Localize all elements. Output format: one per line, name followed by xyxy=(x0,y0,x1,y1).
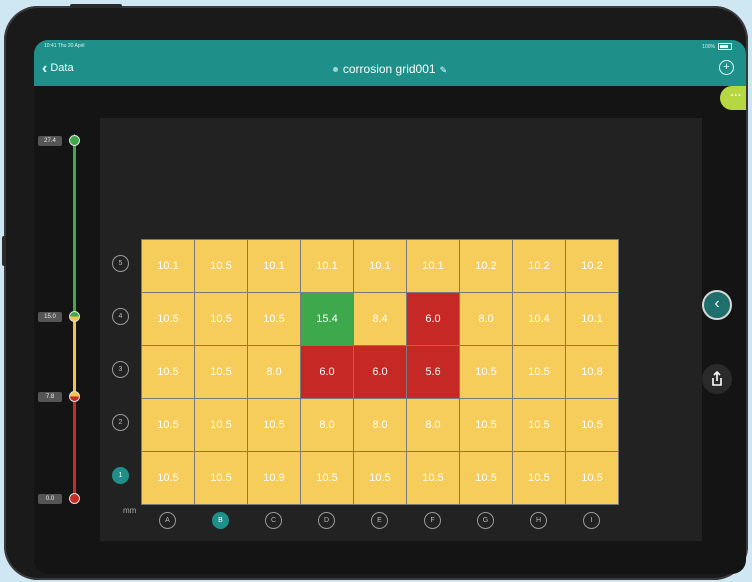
edit-pencil-icon[interactable]: ✎ xyxy=(440,65,448,75)
grid-cell[interactable]: 10.5 xyxy=(195,399,247,451)
grid-cell[interactable]: 10.5 xyxy=(142,399,194,451)
column-label-d[interactable]: D xyxy=(318,512,335,529)
grid-cell[interactable]: 10.5 xyxy=(142,293,194,345)
row-label-3[interactable]: 3 xyxy=(112,361,129,378)
grid-cell[interactable]: 10.5 xyxy=(195,346,247,398)
threshold-good-value: 15.0 xyxy=(38,312,62,322)
grid-cell[interactable]: 10.1 xyxy=(301,240,353,292)
collapse-button[interactable]: ‹ xyxy=(702,290,732,320)
grid-cell[interactable]: 10.5 xyxy=(142,452,194,504)
column-label-g[interactable]: G xyxy=(477,512,494,529)
grid-cell[interactable]: 8.0 xyxy=(248,346,300,398)
column-label-c[interactable]: C xyxy=(265,512,282,529)
corrosion-grid: 10.1 10.5 10.1 10.1 10.1 10.1 10.2 10.2 10.2 10.5… xyxy=(141,239,619,505)
chevron-left-circle-icon: ‹ xyxy=(714,295,720,312)
grid-cell[interactable]: 10.1 xyxy=(248,240,300,292)
grid-cell[interactable]: 10.5 xyxy=(195,293,247,345)
grid-cell[interactable]: 6.0 xyxy=(407,293,459,345)
plus-circle-icon: + xyxy=(723,61,730,73)
nav-bar: 10:41 Thu 20 April 100% ‹ Data corrosion… xyxy=(34,40,746,86)
status-time: 10:41 Thu 20 April xyxy=(44,43,85,49)
grid-cell[interactable]: 10.2 xyxy=(513,240,565,292)
column-label-i[interactable]: I xyxy=(583,512,600,529)
slider-segment-good xyxy=(73,144,76,320)
slider-knob-good[interactable] xyxy=(69,311,80,322)
grid-cell[interactable]: 10.5 xyxy=(460,399,512,451)
grid-cell[interactable]: 10.5 xyxy=(460,452,512,504)
row-label-5[interactable]: 5 xyxy=(112,255,129,272)
grid-cell[interactable]: 10.5 xyxy=(354,452,406,504)
battery-icon xyxy=(718,43,732,50)
page-title: corrosion grid001 xyxy=(342,62,436,76)
column-label-e[interactable]: E xyxy=(371,512,388,529)
page-title-area: corrosion grid001 ✎ xyxy=(34,62,746,76)
slider-segment-warn xyxy=(73,320,76,400)
threshold-max-value: 27.4 xyxy=(38,136,62,146)
grid-cell[interactable]: 8.0 xyxy=(407,399,459,451)
grid-cell[interactable]: 10.5 xyxy=(248,293,300,345)
threshold-warn-value: 7.8 xyxy=(38,392,62,402)
grid-cell[interactable]: 10.5 xyxy=(513,346,565,398)
slider-knob-warn[interactable] xyxy=(69,391,80,402)
grid-cell[interactable]: 6.0 xyxy=(301,346,353,398)
tablet-frame: 10:41 Thu 20 April 100% ‹ Data corrosion… xyxy=(2,4,748,580)
column-label-a[interactable]: A xyxy=(159,512,176,529)
status-indicators: 100% xyxy=(702,43,732,50)
grid-cell[interactable]: 10.5 xyxy=(407,452,459,504)
grid-cell[interactable]: 8.0 xyxy=(460,293,512,345)
grid-cell[interactable]: 10.5 xyxy=(566,399,618,451)
grid-cell[interactable]: 8.0 xyxy=(301,399,353,451)
grid-cell[interactable]: 10.1 xyxy=(354,240,406,292)
grid-cell[interactable]: 10.1 xyxy=(142,240,194,292)
grid-cell[interactable]: 10.5 xyxy=(460,346,512,398)
grid-cell[interactable]: 10.5 xyxy=(513,452,565,504)
add-button[interactable]: + xyxy=(719,60,734,75)
slider-segment-bad xyxy=(73,400,76,500)
grid-cell[interactable]: 10.1 xyxy=(407,240,459,292)
share-icon xyxy=(712,370,722,386)
row-label-1[interactable]: 1 xyxy=(112,467,129,484)
grid-cell[interactable]: 10.8 xyxy=(566,346,618,398)
grid-cell[interactable]: 5.6 xyxy=(407,346,459,398)
threshold-min-value: 0.0 xyxy=(38,494,62,504)
battery-percent: 100% xyxy=(702,43,715,50)
more-button[interactable]: ··· xyxy=(720,86,746,110)
column-label-b[interactable]: B xyxy=(212,512,229,529)
grid-cell[interactable]: 10.2 xyxy=(460,240,512,292)
grid-cell[interactable]: 8.0 xyxy=(354,399,406,451)
slider-knob-max[interactable] xyxy=(69,135,80,146)
grid-cell[interactable]: 8.4 xyxy=(354,293,406,345)
row-label-2[interactable]: 2 xyxy=(112,414,129,431)
grid-cell[interactable]: 10.5 xyxy=(195,240,247,292)
grid-cell[interactable]: 10.5 xyxy=(195,452,247,504)
title-dot-icon xyxy=(332,67,338,73)
unit-label: mm xyxy=(123,506,137,515)
grid-cell[interactable]: 10.5 xyxy=(248,399,300,451)
grid-cell[interactable]: 10.5 xyxy=(301,452,353,504)
top-button xyxy=(70,4,122,8)
app-screen: 10:41 Thu 20 April 100% ‹ Data corrosion… xyxy=(34,40,746,574)
column-label-h[interactable]: H xyxy=(530,512,547,529)
grid-cell[interactable]: 10.2 xyxy=(566,240,618,292)
grid-cell[interactable]: 10.5 xyxy=(566,452,618,504)
row-label-4[interactable]: 4 xyxy=(112,308,129,325)
side-button-1 xyxy=(2,236,6,266)
share-button[interactable] xyxy=(702,364,732,394)
grid-cell[interactable]: 15.4 xyxy=(301,293,353,345)
grid-cell[interactable]: 10.1 xyxy=(566,293,618,345)
slider-knob-min[interactable] xyxy=(69,493,80,504)
column-label-f[interactable]: F xyxy=(424,512,441,529)
grid-cell[interactable]: 10.5 xyxy=(142,346,194,398)
grid-cell[interactable]: 10.9 xyxy=(248,452,300,504)
grid-cell[interactable]: 10.4 xyxy=(513,293,565,345)
grid-cell[interactable]: 10.5 xyxy=(513,399,565,451)
grid-cell[interactable]: 6.0 xyxy=(354,346,406,398)
ellipsis-icon: ··· xyxy=(730,90,742,102)
